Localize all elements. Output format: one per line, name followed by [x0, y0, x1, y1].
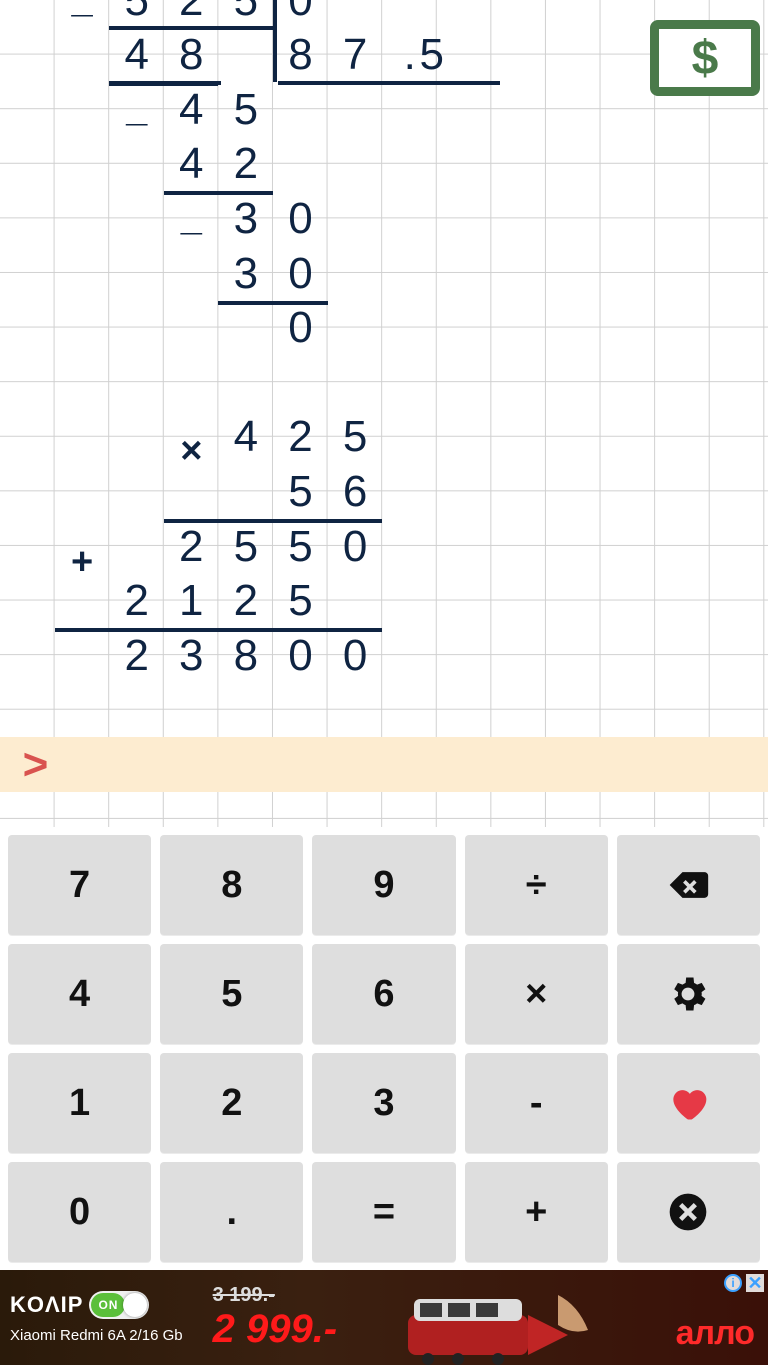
rule-line — [164, 191, 273, 195]
key-3[interactable]: 3 — [312, 1053, 455, 1153]
ad-train-illustration — [398, 1285, 598, 1365]
ad-toggle-on: ON — [91, 1293, 125, 1317]
key-2[interactable]: 2 — [160, 1053, 303, 1153]
key-clear[interactable] — [617, 1162, 760, 1262]
digit-cell: × — [164, 424, 219, 479]
ad-close-icon[interactable]: ✕ — [746, 1274, 764, 1292]
digit-cell: 0 — [273, 191, 328, 246]
rule-line — [278, 81, 500, 85]
key-4[interactable]: 4 — [8, 944, 151, 1044]
key-7[interactable]: 7 — [8, 835, 151, 935]
digit-cell: 3 — [218, 246, 273, 301]
gear-icon — [666, 972, 710, 1016]
ad-new-price: 2 999.- — [213, 1307, 338, 1352]
digit-cell: 8 — [273, 28, 328, 83]
close-icon — [666, 1190, 710, 1234]
digit-cell: 0 — [328, 628, 383, 683]
ad-partner-logo: алло — [676, 1314, 754, 1353]
money-badge[interactable]: $ — [650, 20, 760, 96]
digit-cell: 0 — [273, 628, 328, 683]
digit-cell: 5 — [273, 574, 328, 629]
digit-cell: 8 — [218, 628, 273, 683]
rule-line — [109, 81, 221, 85]
ad-brand: KOΛIP — [10, 1292, 83, 1318]
key-sub[interactable]: - — [465, 1053, 608, 1153]
backspace-icon — [666, 863, 710, 907]
calculation-canvas: 5250_4887.545_4230_300425×562550+2125238… — [0, 0, 768, 827]
ad-subtitle: Xiaomi Redmi 6A 2/16 Gb — [10, 1327, 183, 1344]
digit-cell: 4 — [164, 82, 219, 137]
key-add[interactable]: + — [465, 1162, 608, 1262]
key-5[interactable]: 5 — [160, 944, 303, 1044]
digit-cell: 0 — [328, 519, 383, 574]
digit-cell: 5 — [404, 28, 459, 83]
key-6[interactable]: 6 — [312, 944, 455, 1044]
digit-cell: 3 — [218, 191, 273, 246]
key-mul[interactable]: × — [465, 944, 608, 1044]
digit-cell: 2 — [218, 137, 273, 192]
digit-cell: 1 — [164, 574, 219, 629]
digit-cell: _ — [164, 191, 219, 246]
digit-cell: 2 — [164, 0, 219, 28]
ad-banner[interactable]: KOΛIP ON Xiaomi Redmi 6A 2/16 Gb 3 199.-… — [0, 1270, 768, 1365]
key-settings[interactable] — [617, 944, 760, 1044]
rule-line — [55, 628, 383, 632]
dollar-icon: $ — [692, 31, 719, 86]
ad-toggle-icon: ON — [89, 1291, 149, 1319]
rule-line — [109, 26, 276, 30]
digit-cell: 4 — [164, 137, 219, 192]
rule-line — [218, 301, 327, 305]
digit-cell: 2 — [273, 410, 328, 465]
keypad: 789÷ 456× 123- 0.=+ — [0, 827, 768, 1270]
digit-cell: 3 — [164, 628, 219, 683]
key-8[interactable]: 8 — [160, 835, 303, 935]
digit-cell: 0 — [273, 246, 328, 301]
key-favorite[interactable] — [617, 1053, 760, 1153]
key-div[interactable]: ÷ — [465, 835, 608, 935]
rule-line — [164, 519, 382, 523]
digit-cell: 0 — [273, 301, 328, 356]
prompt-caret[interactable]: > — [8, 737, 63, 792]
digit-cell: 5 — [218, 82, 273, 137]
digit-cell: 5 — [218, 0, 273, 28]
digit-cell: 5 — [328, 410, 383, 465]
digit-cell: 8 — [164, 28, 219, 83]
digit-cell: 5 — [218, 519, 273, 574]
digit-cell: 2 — [109, 628, 164, 683]
digit-cell: 6 — [328, 464, 383, 519]
heart-icon — [666, 1081, 710, 1125]
ad-info-icon[interactable]: i — [724, 1274, 742, 1292]
rule-line — [273, 0, 277, 82]
digit-cell: 5 — [109, 0, 164, 28]
digit-cell: 5 — [273, 464, 328, 519]
digit-cell: _ — [109, 82, 164, 137]
key-dot[interactable]: . — [160, 1162, 303, 1262]
digit-cell: 0 — [273, 0, 328, 28]
digit-cell: 4 — [218, 410, 273, 465]
digit-layer: 5250_4887.545_4230_300425×562550+2125238… — [0, 0, 768, 827]
digit-cell: 4 — [109, 28, 164, 83]
digit-cell: _ — [55, 0, 110, 28]
key-0[interactable]: 0 — [8, 1162, 151, 1262]
digit-cell: 2 — [109, 574, 164, 629]
key-1[interactable]: 1 — [8, 1053, 151, 1153]
digit-cell: + — [55, 535, 110, 590]
digit-cell: 2 — [218, 574, 273, 629]
key-eq[interactable]: = — [312, 1162, 455, 1262]
key-backspace[interactable] — [617, 835, 760, 935]
digit-cell: 2 — [164, 519, 219, 574]
key-9[interactable]: 9 — [312, 835, 455, 935]
ad-old-price: 3 199.- — [213, 1284, 275, 1307]
digit-cell: 5 — [273, 519, 328, 574]
digit-cell: 7 — [328, 28, 383, 83]
